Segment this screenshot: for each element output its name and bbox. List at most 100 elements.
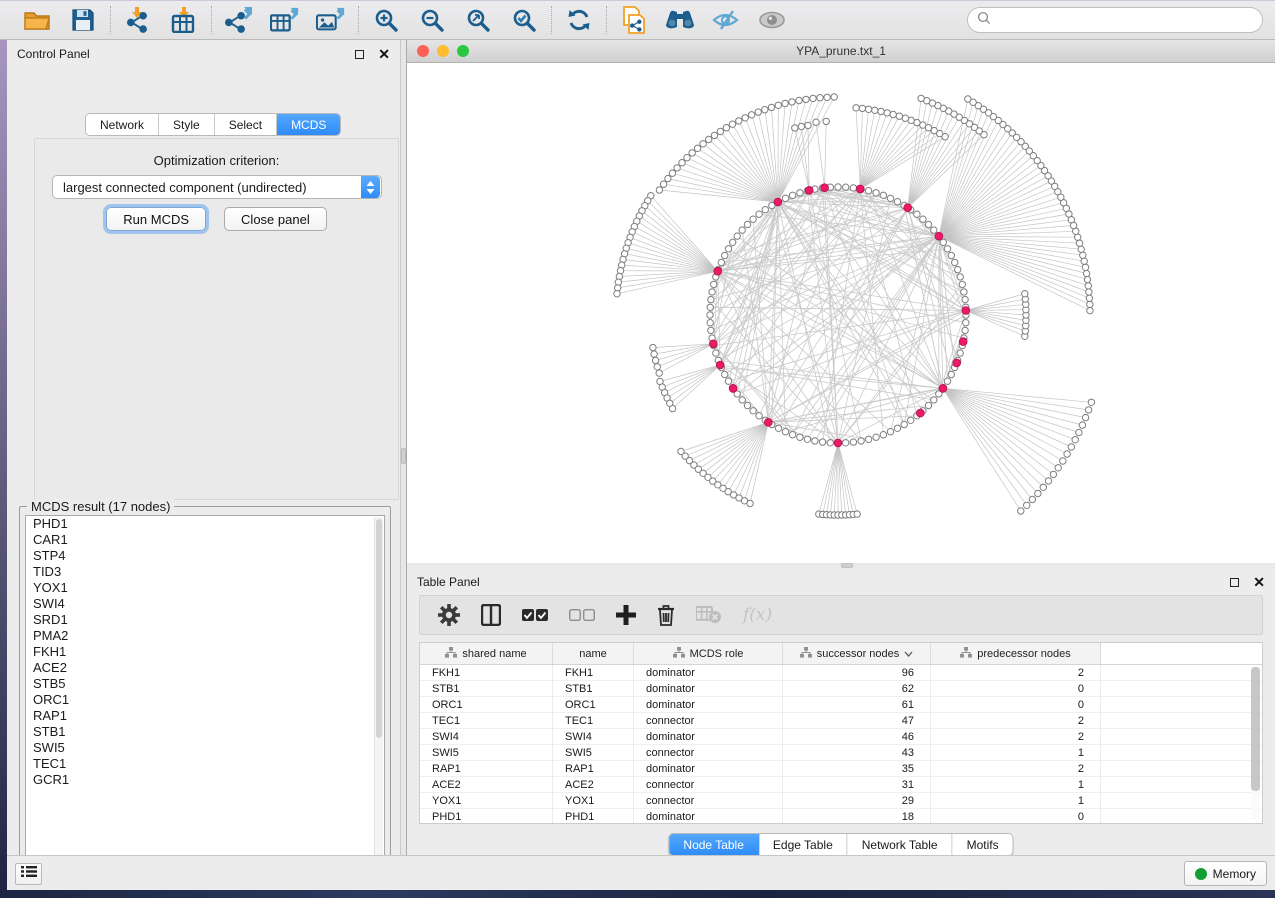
mcds-result-item[interactable]: SRD1 — [26, 612, 384, 628]
control-panel-title: Control Panel — [17, 47, 355, 61]
cell-predecessor-nodes: 0 — [931, 697, 1101, 712]
export-table-icon[interactable] — [270, 6, 300, 34]
table-row[interactable]: FKH1FKH1dominator962 — [420, 665, 1262, 681]
save-session-icon[interactable] — [68, 6, 98, 34]
table-row[interactable]: YOX1YOX1connector291 — [420, 793, 1262, 809]
vertical-splitter-handle[interactable] — [401, 448, 406, 464]
import-network-icon[interactable] — [123, 6, 153, 34]
close-panel-icon[interactable]: ✕ — [378, 50, 390, 59]
table-tab-motifs[interactable]: Motifs — [953, 834, 1013, 855]
cell-predecessor-nodes: 0 — [931, 809, 1101, 823]
mcds-result-item[interactable]: RAP1 — [26, 708, 384, 724]
delete-row-icon[interactable] — [657, 602, 675, 628]
search-box[interactable] — [967, 7, 1263, 33]
table-tab-edge-table[interactable]: Edge Table — [759, 834, 848, 855]
mcds-result-group: MCDS result (17 nodes) PHD1CAR1STP4TID3Y… — [19, 506, 391, 878]
close-panel-button[interactable]: Close panel — [224, 207, 327, 231]
refresh-icon[interactable] — [564, 6, 594, 34]
table-row[interactable]: SWI5SWI5connector431 — [420, 745, 1262, 761]
mcds-result-item[interactable]: YOX1 — [26, 580, 384, 596]
export-network-icon[interactable] — [224, 6, 254, 34]
network-view-window: YPA_prune.txt_1 — [407, 40, 1275, 563]
column-header-MCDS-role[interactable]: MCDS role — [634, 643, 783, 664]
cell-shared-name: RAP1 — [420, 761, 553, 776]
import-table-icon[interactable] — [169, 6, 199, 34]
eye-icon[interactable] — [757, 6, 787, 34]
mcds-result-item[interactable]: SWI4 — [26, 596, 384, 612]
mcds-result-item[interactable]: TEC1 — [26, 756, 384, 772]
network-canvas[interactable] — [407, 63, 1275, 563]
table-tab-network-table[interactable]: Network Table — [848, 834, 953, 855]
mcds-result-item[interactable]: FKH1 — [26, 644, 384, 660]
mcds-result-item[interactable]: STB1 — [26, 724, 384, 740]
vertical-splitter[interactable] — [400, 40, 407, 855]
cytoscape-app: Control Panel ✕ NetworkStyleSelectMCDS O… — [0, 0, 1275, 898]
cell-name: TEC1 — [553, 713, 634, 728]
mcds-result-item[interactable]: SWI5 — [26, 740, 384, 756]
mcds-result-item[interactable]: TID3 — [26, 564, 384, 580]
network-window-titlebar[interactable]: YPA_prune.txt_1 — [407, 40, 1275, 63]
mcds-result-item[interactable]: STP4 — [26, 548, 384, 564]
clone-network-icon[interactable] — [619, 6, 649, 34]
cell-shared-name: PHD1 — [420, 809, 553, 823]
search-input[interactable] — [996, 13, 1262, 27]
table-row[interactable]: PHD1PHD1dominator180 — [420, 809, 1262, 823]
cell-shared-name: FKH1 — [420, 665, 553, 680]
settings-icon[interactable] — [438, 602, 460, 628]
table-row[interactable]: ACE2ACE2connector311 — [420, 777, 1262, 793]
mcds-result-list[interactable]: PHD1CAR1STP4TID3YOX1SWI4SRD1PMA2FKH1ACE2… — [25, 515, 385, 872]
select-all-icon[interactable] — [522, 602, 548, 628]
table-row[interactable]: STB1STB1dominator620 — [420, 681, 1262, 697]
dropdown-stepper-icon — [361, 176, 380, 198]
table-row[interactable]: SWI4SWI4dominator462 — [420, 729, 1262, 745]
search-network-icon[interactable] — [665, 6, 695, 34]
table-row[interactable]: RAP1RAP1dominator352 — [420, 761, 1262, 777]
control-panel: Control Panel ✕ NetworkStyleSelectMCDS O… — [7, 40, 400, 855]
table-tab-node-table[interactable]: Node Table — [669, 834, 759, 855]
column-header-successor-nodes[interactable]: successor nodes — [783, 643, 931, 664]
node-table: shared namenameMCDS rolesuccessor nodesp… — [419, 642, 1263, 824]
cell-shared-name: YOX1 — [420, 793, 553, 808]
mcds-result-item[interactable]: ACE2 — [26, 660, 384, 676]
table-row[interactable]: TEC1TEC1connector472 — [420, 713, 1262, 729]
cell-successor-nodes: 31 — [783, 777, 931, 792]
mcds-result-item[interactable]: STB5 — [26, 676, 384, 692]
memory-button[interactable]: Memory — [1184, 861, 1267, 886]
column-header-name[interactable]: name — [553, 643, 634, 664]
mcds-result-item[interactable]: CAR1 — [26, 532, 384, 548]
tab-select[interactable]: Select — [215, 114, 277, 135]
close-table-panel-icon[interactable]: ✕ — [1253, 578, 1265, 587]
mcds-result-item[interactable]: PMA2 — [26, 628, 384, 644]
add-row-icon[interactable] — [616, 602, 636, 628]
zoom-out-icon[interactable] — [417, 6, 447, 34]
network-graph[interactable] — [407, 63, 1275, 563]
criterion-dropdown[interactable]: largest connected component (undirected) — [52, 175, 382, 199]
zoom-fit-icon[interactable] — [463, 6, 493, 34]
table-row[interactable]: ORC1ORC1dominator610 — [420, 697, 1262, 713]
split-columns-icon[interactable] — [481, 602, 501, 628]
tab-style[interactable]: Style — [159, 114, 215, 135]
export-image-icon[interactable] — [316, 6, 346, 34]
optimization-criterion-label: Optimization criterion: — [35, 153, 398, 168]
run-mcds-button[interactable]: Run MCDS — [106, 207, 206, 231]
float-table-panel-icon[interactable] — [1230, 578, 1239, 587]
mcds-result-item[interactable]: GCR1 — [26, 772, 384, 788]
cell-successor-nodes: 18 — [783, 809, 931, 823]
open-file-icon[interactable] — [22, 6, 52, 34]
zoom-selected-icon[interactable] — [509, 6, 539, 34]
mcds-list-scrollbar[interactable] — [374, 517, 383, 870]
tab-network[interactable]: Network — [86, 114, 159, 135]
show-hide-graphics-icon[interactable] — [711, 6, 741, 34]
table-scrollbar[interactable] — [1251, 667, 1260, 819]
cell-shared-name: ACE2 — [420, 777, 553, 792]
float-panel-icon[interactable] — [355, 50, 364, 59]
tab-mcds[interactable]: MCDS — [277, 114, 340, 135]
mcds-result-item[interactable]: ORC1 — [26, 692, 384, 708]
zoom-in-icon[interactable] — [371, 6, 401, 34]
column-header-shared-name[interactable]: shared name — [420, 643, 553, 664]
cell-MCDS-role: dominator — [634, 697, 783, 712]
task-history-button[interactable] — [15, 863, 42, 885]
column-header-predecessor-nodes[interactable]: predecessor nodes — [931, 643, 1101, 664]
mcds-result-item[interactable]: PHD1 — [26, 516, 384, 532]
deselect-all-icon[interactable] — [569, 602, 595, 628]
